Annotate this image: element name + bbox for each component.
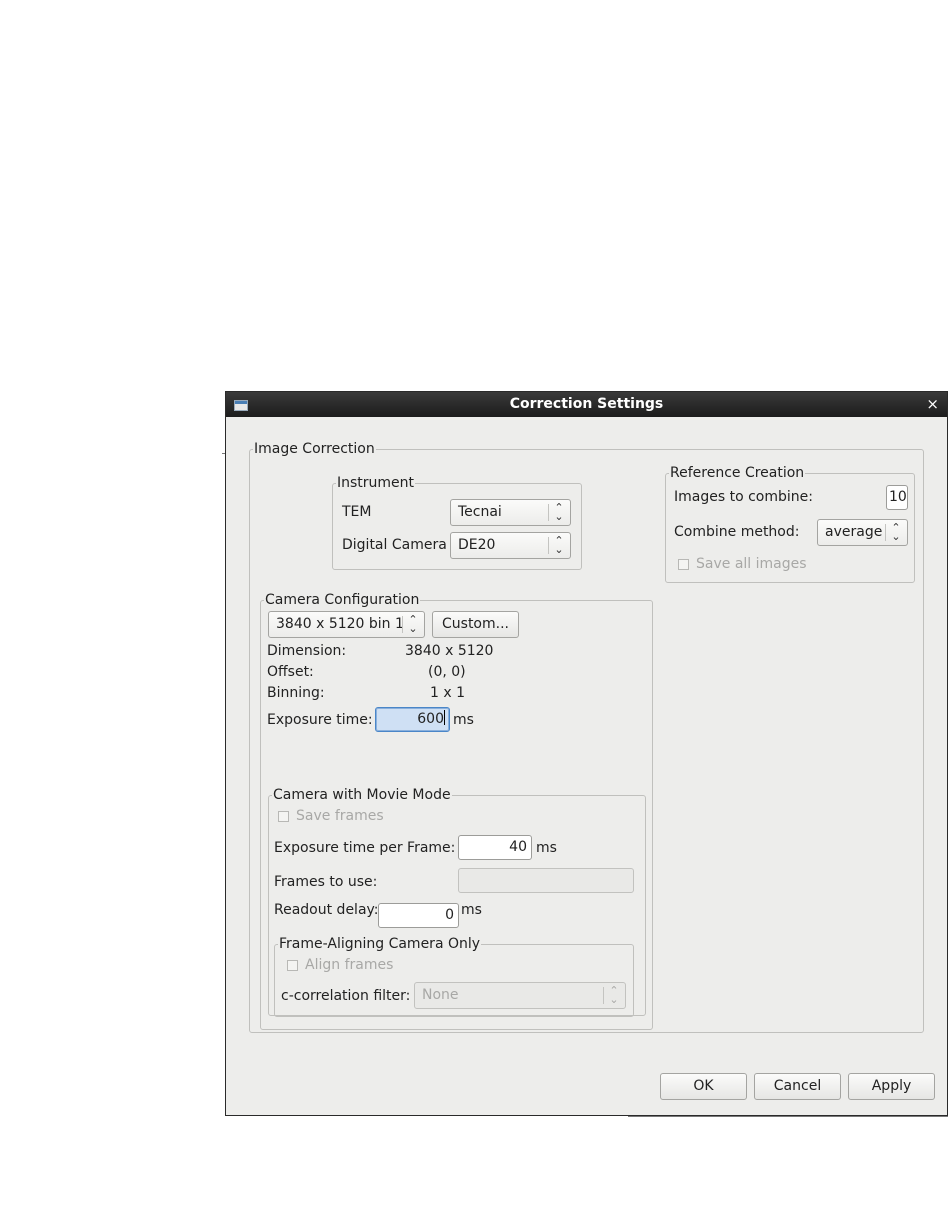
instrument-group: Instrument TEM Tecnai ⌃ ⌄ Digital Camera … — [332, 474, 582, 570]
correction-settings-dialog: Correction Settings × Image Correction I… — [225, 391, 948, 1116]
title-bar[interactable]: Correction Settings × — [226, 392, 947, 417]
save-frames-label: Save frames — [296, 808, 384, 824]
close-icon[interactable]: × — [926, 395, 939, 413]
combine-method-label: Combine method: — [674, 524, 800, 540]
frame-exposure-unit: ms — [536, 840, 557, 856]
exposure-time-label: Exposure time: — [267, 712, 373, 728]
digital-camera-label: Digital Camera — [342, 537, 447, 553]
tem-label: TEM — [342, 504, 372, 520]
dimension-label: Dimension: — [267, 643, 347, 659]
binning-value: 1 x 1 — [430, 685, 465, 701]
image-correction-legend: Image Correction — [253, 440, 376, 458]
reference-creation-legend: Reference Creation — [669, 464, 806, 482]
frame-exposure-input[interactable]: 40 — [458, 835, 532, 860]
c-correlation-filter-label: c-correlation filter: — [281, 988, 411, 1004]
movie-mode-legend: Camera with Movie Mode — [272, 786, 452, 804]
updown-chevron-icon: ⌃ ⌄ — [554, 534, 564, 556]
background-window-edge — [628, 1116, 948, 1117]
combine-method-select[interactable]: average ⌃ ⌄ — [817, 519, 908, 546]
digital-camera-select[interactable]: DE20 ⌃ ⌄ — [450, 532, 571, 559]
text-cursor — [444, 710, 445, 725]
combo-separator — [603, 987, 604, 1004]
frames-to-use-label: Frames to use: — [274, 874, 378, 890]
readout-delay-label: Readout delay: — [274, 902, 379, 918]
combo-separator — [885, 524, 886, 541]
images-to-combine-label: Images to combine: — [674, 489, 813, 505]
updown-chevron-icon: ⌃ ⌄ — [408, 613, 418, 635]
save-all-images-label: Save all images — [696, 556, 807, 572]
exposure-time-input[interactable]: 600 — [375, 707, 450, 732]
digital-camera-select-value: DE20 — [458, 537, 496, 553]
frame-exposure-label: Exposure time per Frame: — [274, 840, 456, 856]
custom-button[interactable]: Custom... — [432, 611, 519, 638]
frame-aligning-group: Frame-Aligning Camera Only Align frames … — [274, 935, 634, 1017]
camera-preset-select[interactable]: 3840 x 5120 bin 1 ⌃ ⌄ — [268, 611, 425, 638]
c-correlation-filter-select[interactable]: None ⌃ ⌄ — [414, 982, 626, 1009]
binning-label: Binning: — [267, 685, 325, 701]
images-to-combine-input[interactable]: 10 — [886, 485, 908, 510]
instrument-legend: Instrument — [336, 474, 416, 492]
combo-separator — [548, 537, 549, 554]
c-correlation-filter-value: None — [422, 987, 459, 1003]
updown-chevron-icon: ⌃ ⌄ — [609, 984, 619, 1006]
image-correction-group: Image Correction Instrument TEM Tecnai ⌃… — [249, 440, 924, 1033]
exposure-time-unit: ms — [453, 712, 474, 728]
exposure-time-value: 600 — [417, 711, 444, 727]
updown-chevron-icon: ⌃ ⌄ — [891, 521, 901, 543]
camera-preset-value: 3840 x 5120 bin 1 — [276, 616, 404, 632]
readout-delay-input[interactable]: 0 — [378, 903, 459, 928]
dialog-title: Correction Settings — [509, 396, 664, 412]
combine-method-select-value: average — [825, 524, 883, 540]
apply-button[interactable]: Apply — [848, 1073, 935, 1100]
align-frames-label: Align frames — [305, 957, 394, 973]
camera-configuration-group: Camera Configuration 3840 x 5120 bin 1 ⌃… — [260, 591, 653, 1030]
combo-separator — [402, 616, 403, 633]
align-frames-checkbox[interactable] — [287, 960, 298, 971]
reference-creation-group: Reference Creation Images to combine: 10… — [665, 464, 915, 583]
dimension-value: 3840 x 5120 — [405, 643, 494, 659]
combo-separator — [548, 504, 549, 521]
save-all-images-checkbox[interactable] — [678, 559, 689, 570]
ok-button[interactable]: OK — [660, 1073, 747, 1100]
movie-mode-group: Camera with Movie Mode Save frames Expos… — [268, 786, 646, 1017]
frames-to-use-input[interactable] — [458, 868, 634, 893]
save-frames-checkbox[interactable] — [278, 811, 289, 822]
tem-select-value: Tecnai — [458, 504, 502, 520]
offset-label: Offset: — [267, 664, 314, 680]
updown-chevron-icon: ⌃ ⌄ — [554, 501, 564, 523]
tem-select[interactable]: Tecnai ⌃ ⌄ — [450, 499, 571, 526]
cancel-button[interactable]: Cancel — [754, 1073, 841, 1100]
camera-configuration-legend: Camera Configuration — [264, 591, 421, 609]
frame-aligning-legend: Frame-Aligning Camera Only — [278, 935, 482, 953]
readout-delay-unit: ms — [461, 902, 482, 918]
offset-value: (0, 0) — [428, 664, 466, 680]
